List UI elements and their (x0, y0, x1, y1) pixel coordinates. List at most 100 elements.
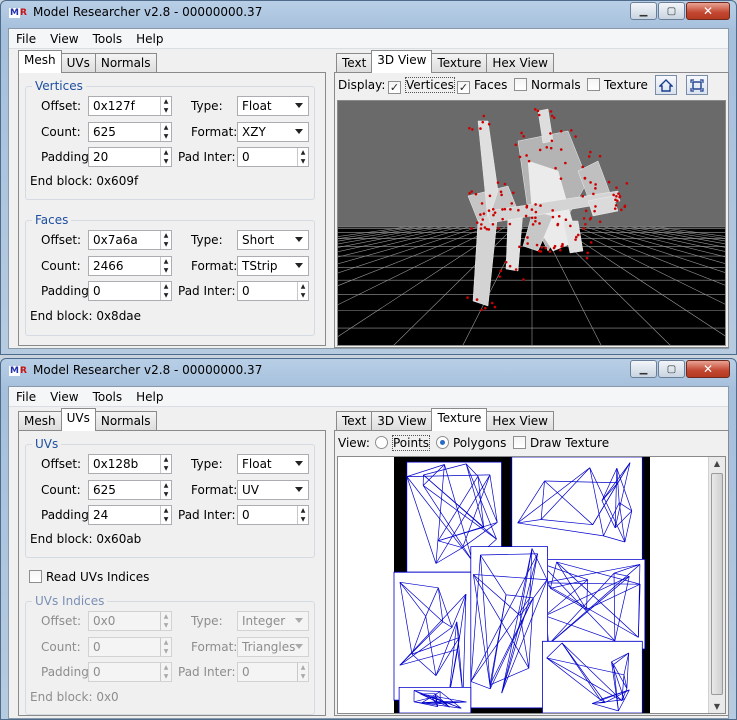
close-button[interactable]: ✕ (686, 2, 730, 20)
uvs-indices-padding-input[interactable]: 0 ▲ ▼ (88, 662, 172, 682)
faces-group-title: Faces (32, 213, 72, 227)
tab-texture[interactable]: Texture (431, 408, 488, 431)
tab-normals[interactable]: Normals (94, 411, 157, 431)
maximize-button[interactable]: ▢ (658, 360, 685, 378)
menu-file[interactable]: File (9, 32, 43, 46)
uvs-indices-count-input[interactable]: 0 ▲ ▼ (88, 637, 172, 657)
home-view-button[interactable] (655, 75, 677, 95)
vertices-offset-input[interactable]: 0x127f ▲ ▼ (88, 96, 172, 116)
tab-hex-view[interactable]: Hex View (486, 411, 554, 431)
app-logo-icon: MR (9, 8, 27, 18)
spin-arrows-icon[interactable]: ▲ ▼ (297, 506, 308, 524)
spin-arrows-icon[interactable]: ▲ ▼ (160, 612, 171, 630)
offset-label: Offset: (41, 99, 82, 113)
uvs-indices-end-block: End block: 0x0 (30, 690, 119, 704)
vertices-count-input[interactable]: 625 ▲ ▼ (88, 122, 172, 142)
uvs-type-select[interactable]: Float (237, 454, 309, 474)
tab-uvs[interactable]: UVs (60, 408, 96, 431)
menu-tools[interactable]: Tools (86, 390, 130, 404)
scroll-down-icon[interactable]: ▼ (709, 702, 725, 711)
faces-pad-inter-input[interactable]: 0 ▲ ▼ (237, 281, 309, 301)
read-uvs-indices-checkbox[interactable]: Read UVs Indices (29, 570, 149, 584)
uvs-indices-offset-input[interactable]: 0x0 ▲ ▼ (88, 611, 172, 631)
uvs-padding-input[interactable]: 24 ▲ ▼ (88, 505, 172, 525)
spin-arrows-icon[interactable]: ▲ ▼ (160, 257, 171, 275)
uvs-format-select[interactable]: UV (237, 480, 309, 500)
vertices-pad-inter-input[interactable]: 0 ▲ ▼ (237, 147, 309, 167)
tab-uvs[interactable]: UVs (60, 53, 96, 73)
vertices-type-select[interactable]: Float (237, 96, 309, 116)
spin-arrows-icon[interactable]: ▲ ▼ (160, 148, 171, 166)
spin-arrows-icon[interactable]: ▲ ▼ (160, 481, 171, 499)
display-vertices-checkbox[interactable]: ✓ Vertices (388, 77, 455, 94)
faces-type-select[interactable]: Short (237, 230, 309, 250)
check-icon: ✓ (457, 81, 470, 94)
minimize-button[interactable]: ▁ (630, 2, 657, 20)
vertices-group: Vertices Offset: 0x127f ▲ ▼ Type: Float Co… (25, 79, 315, 200)
display-normals-checkbox[interactable]: Normals (514, 78, 581, 92)
spin-arrows-icon[interactable]: ▲ ▼ (160, 663, 171, 681)
spin-arrows-icon[interactable]: ▲ ▼ (297, 282, 308, 300)
spin-arrows-icon[interactable]: ▲ ▼ (297, 663, 308, 681)
count-label: Count: (41, 640, 81, 654)
menu-file[interactable]: File (9, 390, 43, 404)
uvs-indices-group-title: UVs Indices (32, 594, 108, 608)
faces-padding-input[interactable]: 0 ▲ ▼ (88, 281, 172, 301)
tab-mesh[interactable]: Mesh (18, 50, 62, 73)
scroll-up-icon[interactable]: ▲ (709, 459, 725, 468)
spin-arrows-icon[interactable]: ▲ ▼ (160, 123, 171, 141)
menu-view[interactable]: View (43, 32, 85, 46)
vertices-format-select[interactable]: XZY (237, 122, 309, 142)
menu-tools[interactable]: Tools (86, 32, 130, 46)
menu-view[interactable]: View (43, 390, 85, 404)
spin-arrows-icon[interactable]: ▲ ▼ (160, 97, 171, 115)
spin-arrows-icon[interactable]: ▲ ▼ (160, 638, 171, 656)
tab-mesh[interactable]: Mesh (18, 411, 62, 431)
3d-viewport[interactable] (337, 100, 726, 346)
title-bar[interactable]: MR Model Researcher v2.8 - 00000000.37 ▁… (1, 1, 736, 25)
uvs-offset-input[interactable]: 0x128b ▲ ▼ (88, 454, 172, 474)
tab-text[interactable]: Text (336, 411, 373, 431)
tab-3d-view[interactable]: 3D View (371, 411, 433, 431)
spin-arrows-icon[interactable]: ▲ ▼ (160, 506, 171, 524)
check-icon: ✓ (388, 81, 401, 94)
chevron-down-icon (295, 237, 303, 242)
fit-view-button[interactable] (686, 75, 708, 95)
uv-canvas-area[interactable]: ▲ ▼ (337, 456, 726, 714)
view-polygons-radio[interactable]: Polygons (436, 436, 506, 450)
view-points-radio[interactable]: Points (375, 435, 431, 451)
faces-format-select[interactable]: TStrip (237, 256, 309, 276)
display-faces-checkbox[interactable]: ✓ Faces (457, 78, 507, 94)
tab-normals[interactable]: Normals (94, 53, 157, 73)
vertices-padding-input[interactable]: 20 ▲ ▼ (88, 147, 172, 167)
uvs-count-input[interactable]: 625 ▲ ▼ (88, 480, 172, 500)
spin-arrows-icon[interactable]: ▲ ▼ (160, 231, 171, 249)
tab-hex-view[interactable]: Hex View (486, 53, 554, 73)
minimize-button[interactable]: ▁ (630, 360, 657, 378)
uvs-indices-type-select[interactable]: Integer (237, 611, 309, 631)
tab-text[interactable]: Text (336, 53, 373, 73)
title-bar[interactable]: MR Model Researcher v2.8 - 00000000.37 ▁… (1, 359, 736, 383)
close-button[interactable]: ✕ (686, 360, 730, 378)
menu-help[interactable]: Help (129, 32, 170, 46)
tab-3d-view[interactable]: 3D View (371, 50, 433, 73)
maximize-button[interactable]: ▢ (658, 2, 685, 20)
menu-help[interactable]: Help (129, 390, 170, 404)
spin-arrows-icon[interactable]: ▲ ▼ (160, 282, 171, 300)
uvs-indices-pad-inter-input[interactable]: 0 ▲ ▼ (237, 662, 309, 682)
type-label: Type: (191, 99, 223, 113)
vertical-scrollbar[interactable]: ▲ ▼ (708, 457, 725, 713)
scroll-thumb[interactable] (711, 473, 723, 695)
draw-texture-checkbox[interactable]: Draw Texture (513, 436, 609, 450)
uvs-indices-format-select[interactable]: Triangles (237, 637, 309, 657)
spin-arrows-icon[interactable]: ▲ ▼ (297, 148, 308, 166)
window-title: Model Researcher v2.8 - 00000000.37 (33, 5, 263, 19)
uvs-pad-inter-input[interactable]: 0 ▲ ▼ (237, 505, 309, 525)
display-texture-checkbox[interactable]: Texture (587, 78, 648, 92)
padding-label: Padding: (41, 150, 93, 164)
faces-offset-input[interactable]: 0x7a6a ▲ ▼ (88, 230, 172, 250)
vertices-end-block: End block: 0x609f (30, 174, 139, 188)
tab-texture[interactable]: Texture (431, 53, 488, 73)
faces-count-input[interactable]: 2466 ▲ ▼ (88, 256, 172, 276)
spin-arrows-icon[interactable]: ▲ ▼ (160, 455, 171, 473)
